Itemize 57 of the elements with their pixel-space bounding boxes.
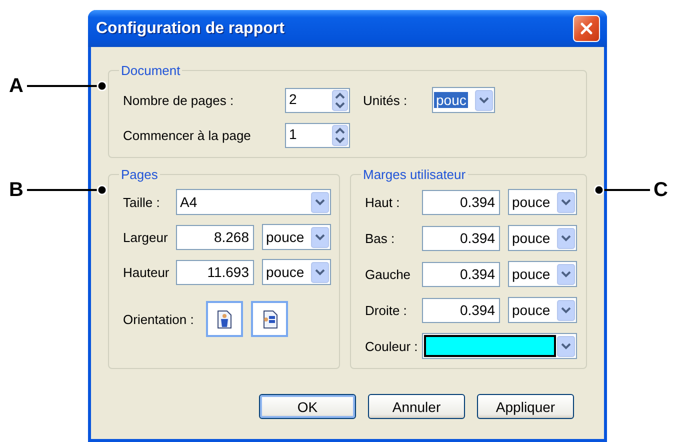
close-icon — [579, 21, 594, 36]
number-spinner[interactable]: 1 — [285, 123, 350, 148]
landscape-orientation-button[interactable] — [251, 301, 288, 337]
callout-label: B — [9, 180, 24, 200]
dropdown-icon — [475, 90, 493, 110]
field-label: Largeur — [123, 230, 169, 244]
callout-label: A — [9, 76, 24, 96]
field-label: Droite : — [365, 302, 408, 318]
page-icon — [216, 310, 234, 328]
field-label: Orientation : — [123, 312, 195, 326]
unit-dropdown[interactable]: pouce — [262, 259, 331, 285]
units-dropdown[interactable]: pouc — [432, 87, 495, 113]
spin-arrows-icon — [332, 125, 348, 146]
dropdown-icon — [311, 226, 329, 248]
field-label: Unités : — [363, 92, 408, 108]
field-label: Taille : — [123, 194, 161, 210]
field-label: Hauteur — [123, 264, 170, 280]
dropdown-icon — [311, 262, 329, 282]
number-field[interactable]: 0.394 — [422, 298, 500, 322]
color-dropdown[interactable] — [422, 333, 577, 359]
number-spinner[interactable]: 2 — [285, 88, 350, 112]
number-field[interactable]: 0.394 — [422, 190, 500, 214]
number-field[interactable]: 0.394 — [422, 226, 500, 250]
dropdown-icon — [557, 228, 575, 248]
field-label: Commencer à la page — [123, 128, 252, 143]
group-title: Marges utilisateur — [362, 167, 467, 182]
field-label: Bas : — [365, 230, 396, 246]
dropdown-icon — [557, 264, 575, 284]
number-field[interactable]: 11.693 — [176, 260, 254, 284]
apply-button[interactable]: Appliquer — [477, 394, 574, 419]
number-field[interactable]: 8.268 — [176, 224, 254, 250]
ok-button[interactable]: OK — [259, 394, 356, 419]
unit-dropdown[interactable]: pouce — [262, 224, 331, 250]
dropdown-icon — [557, 300, 575, 320]
group-title: Pages — [120, 167, 159, 182]
close-button[interactable] — [573, 15, 600, 42]
window-title: Configuration de rapport — [96, 20, 284, 38]
field-label: Gauche — [365, 266, 412, 282]
spin-arrows-icon — [332, 90, 348, 110]
field-label: Nombre de pages : — [123, 92, 235, 108]
unit-dropdown[interactable]: pouce — [508, 261, 577, 287]
number-field[interactable]: 0.394 — [422, 262, 500, 286]
leader-line — [594, 184, 650, 194]
size-dropdown[interactable]: A4 — [176, 189, 331, 215]
dropdown-icon — [311, 192, 329, 212]
field-label: Haut : — [365, 194, 401, 210]
field-label: Couleur : — [365, 338, 419, 354]
unit-dropdown[interactable]: pouce — [508, 297, 577, 323]
dropdown-icon — [557, 192, 575, 212]
callout-label: C — [654, 180, 668, 200]
cancel-button[interactable]: Annuler — [368, 394, 465, 419]
page-icon — [260, 310, 278, 328]
portrait-orientation-button[interactable] — [206, 301, 243, 337]
unit-dropdown[interactable]: pouce — [508, 189, 577, 215]
unit-dropdown[interactable]: pouce — [508, 225, 577, 251]
dropdown-icon — [557, 336, 575, 356]
group-title: Document — [120, 63, 182, 78]
